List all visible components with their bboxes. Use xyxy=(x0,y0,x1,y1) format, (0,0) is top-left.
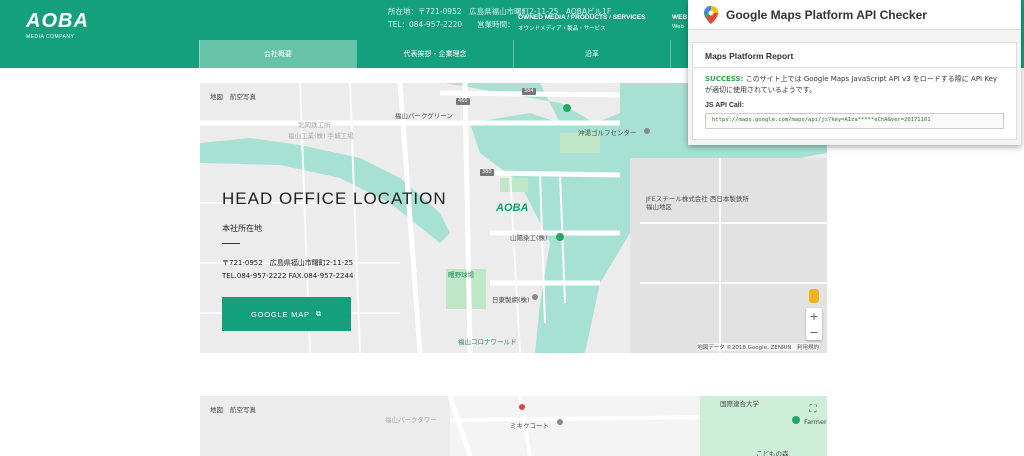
popup-header: Google Maps Platform API Checker xyxy=(688,0,1021,30)
zoom-control: + − xyxy=(806,308,822,340)
pegman-icon[interactable] xyxy=(809,289,819,303)
map-pin xyxy=(519,404,525,410)
tab-greeting[interactable]: 代表挨拶・企業理念 xyxy=(356,40,513,68)
logo-tagline: MEDIA COMPANY xyxy=(26,34,75,40)
map-pin xyxy=(532,294,538,300)
tab-company-profile[interactable]: 会社概要 xyxy=(199,40,356,68)
success-label: SUCCESS: xyxy=(705,75,744,83)
zoom-out-button[interactable]: − xyxy=(806,324,822,340)
fullscreen-icon[interactable]: ⛶ xyxy=(806,402,820,416)
popup-title: Google Maps Platform API Checker xyxy=(726,7,927,22)
logo-wordmark: AOBA xyxy=(26,10,89,32)
map-industrial-area xyxy=(630,158,827,353)
map-label-jfe: JFEスチール株式会社 西日本製鉄所 福山地区 xyxy=(646,195,749,211)
page: AOBA MEDIA COMPANY 所在地：〒721-0952 広島県福山市曙… xyxy=(0,0,1024,456)
map-copyright[interactable]: 地図データ ©2018 Google, ZENRIN 利用規約 xyxy=(697,343,819,351)
site-logo[interactable]: AOBA MEDIA COMPANY xyxy=(26,10,89,40)
tab-history[interactable]: 沿革 xyxy=(513,40,670,68)
map2-type-map[interactable]: 地図 xyxy=(210,404,223,414)
api-call-label: JS API Call: xyxy=(705,102,745,109)
map2-label-park-tower: 福山パークタワー xyxy=(385,416,437,424)
map-pin xyxy=(557,419,563,425)
api-checker-popup: Google Maps Platform API Checker Maps Pl… xyxy=(688,0,1021,145)
map-type-satellite[interactable]: 航空写真 xyxy=(230,91,256,101)
external-link-icon: ⧉ xyxy=(315,309,322,318)
map2-label-mitsugi: ミキクコート xyxy=(510,422,549,430)
map-pin xyxy=(644,128,650,134)
google-map-button-label: GOOGLE MAP xyxy=(250,309,310,319)
route-label: 384 xyxy=(524,88,534,94)
nav-owned-media[interactable]: OWNED MEDIA / PRODUCTS / SERVICES オウンドメデ… xyxy=(518,14,646,32)
route-label: 460 xyxy=(458,98,468,104)
map-park xyxy=(500,178,528,192)
report-panel: Maps Platform Report SUCCESS: このサイト上では G… xyxy=(692,42,1017,140)
report-divider xyxy=(693,67,1016,68)
map2-type-satellite[interactable]: 航空写真 xyxy=(230,404,256,414)
map-label-fukuyama-kogyo: 福山工業(株) 手城工場 xyxy=(288,132,354,140)
map2-label-farmer: Farmer xyxy=(804,418,827,426)
nav-owned-media-jp: オウンドメディア・製品・サービス xyxy=(518,26,606,32)
map-pin xyxy=(792,416,800,424)
map-type-map[interactable]: 地図 xyxy=(210,91,223,101)
office-divider xyxy=(222,243,240,244)
map2-label-kodomo: こどもの森 xyxy=(756,450,789,456)
map-label-kitaoka: 北岡鉄工所 xyxy=(298,121,331,129)
nav-web-en: WEB xyxy=(672,14,688,21)
map-label-park-green: 福山パークグリーン xyxy=(395,112,453,120)
zoom-in-button[interactable]: + xyxy=(806,308,822,324)
route-label: 380 xyxy=(482,169,492,175)
aoba-map-marker[interactable]: AOBA xyxy=(496,202,528,214)
map-road xyxy=(509,172,521,353)
map-label-nikko: 日東製網(株) xyxy=(492,296,530,304)
map-label-yamaoka: 山陽染工(株) xyxy=(510,234,548,242)
report-message: SUCCESS: このサイト上では Google Maps JavaScript… xyxy=(705,74,1004,96)
map-label-corona: 福山コロナワールド xyxy=(458,338,517,346)
map-label-okiura-golf: 沖湯ゴルフセンター xyxy=(578,129,637,137)
nav-web-jp: Web xyxy=(672,24,684,30)
success-message: このサイト上では Google Maps JavaScript API v3 を… xyxy=(705,75,998,94)
google-maps-icon xyxy=(704,5,718,24)
nav-web[interactable]: WEB Web xyxy=(672,14,687,30)
report-title: Maps Platform Report xyxy=(705,51,794,61)
office-tel: TEL.084-957-2222 FAX.084-957-2244 xyxy=(222,272,354,280)
second-map[interactable]: 地図 航空写真 福山パークタワー ミキクコート 国際連合大学 Farmer こど… xyxy=(200,396,827,456)
nav-owned-media-en: OWNED MEDIA / PRODUCTS / SERVICES xyxy=(518,14,646,21)
google-map-button[interactable]: GOOGLE MAP ⧉ xyxy=(222,297,351,331)
map-pin xyxy=(563,104,571,112)
office-address: 〒721-0952 広島県福山市曙町2-11-25 xyxy=(222,259,354,267)
office-title: HEAD OFFICE LOCATION xyxy=(222,189,447,208)
map-label-ball-park: 曙野球場 xyxy=(448,271,474,279)
office-subtitle: 本社所在地 xyxy=(222,224,262,233)
api-call-url[interactable]: https://maps.google.com/maps/api/js?key=… xyxy=(705,113,1004,129)
map2-label-university: 国際連合大学 xyxy=(720,400,759,408)
map-pin xyxy=(556,233,564,241)
office-address-block: 〒721-0952 広島県福山市曙町2-11-25 TEL.084-957-22… xyxy=(222,257,353,283)
